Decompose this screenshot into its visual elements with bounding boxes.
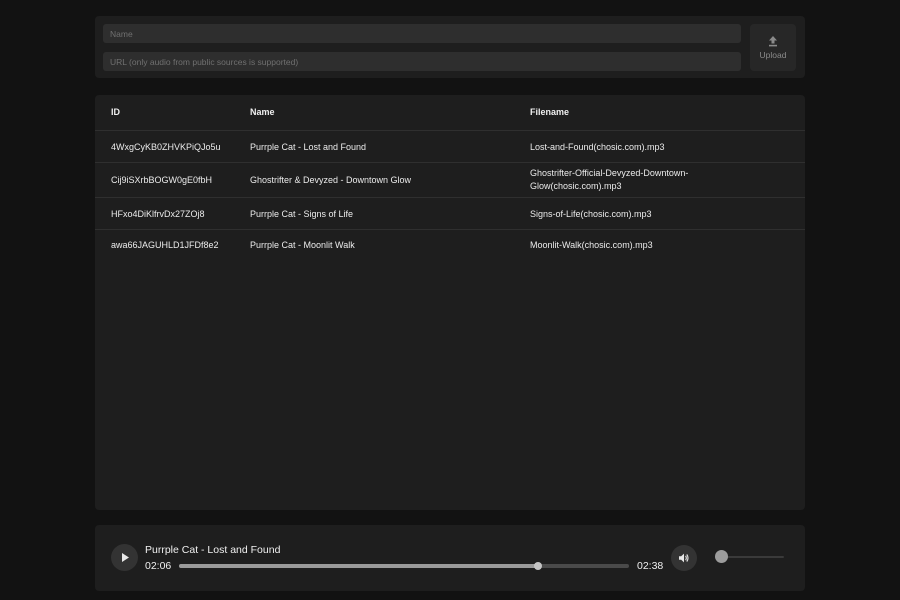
tracks-table: ID Name Filename 4WxgCyKB0ZHVKPiQJo5u Pu… [95, 95, 805, 510]
cell-id: Cij9iSXrbBOGW0gE0fbH [111, 175, 213, 185]
volume-button[interactable] [671, 545, 697, 571]
table-row[interactable]: Cij9iSXrbBOGW0gE0fbH Ghostrifter & Devyz… [95, 163, 805, 198]
table-row[interactable]: HFxo4DiKlfrvDx27ZOj8 Purrple Cat - Signs… [95, 198, 805, 230]
cell-id: awa66JAGUHLD1JFDf8e2 [111, 240, 219, 250]
upload-label: Upload [759, 50, 787, 60]
seek-bar[interactable] [179, 562, 629, 570]
cell-filename: Signs-of-Life(chosic.com).mp3 [530, 209, 652, 219]
volume-slider[interactable] [715, 550, 784, 563]
current-time: 02:06 [145, 560, 172, 572]
cell-name: Purrple Cat - Signs of Life [250, 209, 354, 219]
cell-filename: Lost-and-Found(chosic.com).mp3 [530, 142, 665, 152]
url-input[interactable] [103, 52, 741, 71]
track-title: Purrple Cat - Lost and Found [145, 544, 281, 556]
header-name: Name [250, 107, 275, 117]
table-header: ID Name Filename [95, 95, 805, 131]
volume-handle[interactable] [715, 550, 729, 563]
cell-name: Purrple Cat - Moonlit Walk [250, 240, 355, 250]
header-id: ID [111, 107, 120, 117]
cell-filename: Ghostrifter-Official-Devyzed-Downtown-Gl… [530, 168, 689, 191]
cell-name: Purrple Cat - Lost and Found [250, 142, 367, 152]
play-button[interactable] [111, 544, 138, 571]
upload-icon [769, 36, 777, 47]
table-row[interactable]: 4WxgCyKB0ZHVKPiQJo5u Purrple Cat - Lost … [95, 131, 805, 163]
upload-panel: Upload [95, 16, 805, 78]
name-input[interactable] [103, 24, 741, 43]
seek-progress [179, 564, 539, 568]
seek-handle[interactable] [534, 562, 543, 570]
cell-filename: Moonlit-Walk(chosic.com).mp3 [530, 240, 653, 250]
play-icon [121, 553, 129, 562]
header-filename: Filename [530, 107, 570, 117]
cell-id: 4WxgCyKB0ZHVKPiQJo5u [111, 142, 221, 152]
total-time: 02:38 [637, 560, 664, 572]
upload-button[interactable]: Upload [750, 24, 796, 71]
volume-icon [679, 553, 689, 563]
cell-name: Ghostrifter & Devyzed - Downtown Glow [250, 175, 412, 185]
audio-player: Purrple Cat - Lost and Found 02:06 02:38 [95, 525, 805, 591]
cell-id: HFxo4DiKlfrvDx27ZOj8 [111, 209, 205, 219]
table-row[interactable]: awa66JAGUHLD1JFDf8e2 Purrple Cat - Moonl… [95, 230, 805, 261]
